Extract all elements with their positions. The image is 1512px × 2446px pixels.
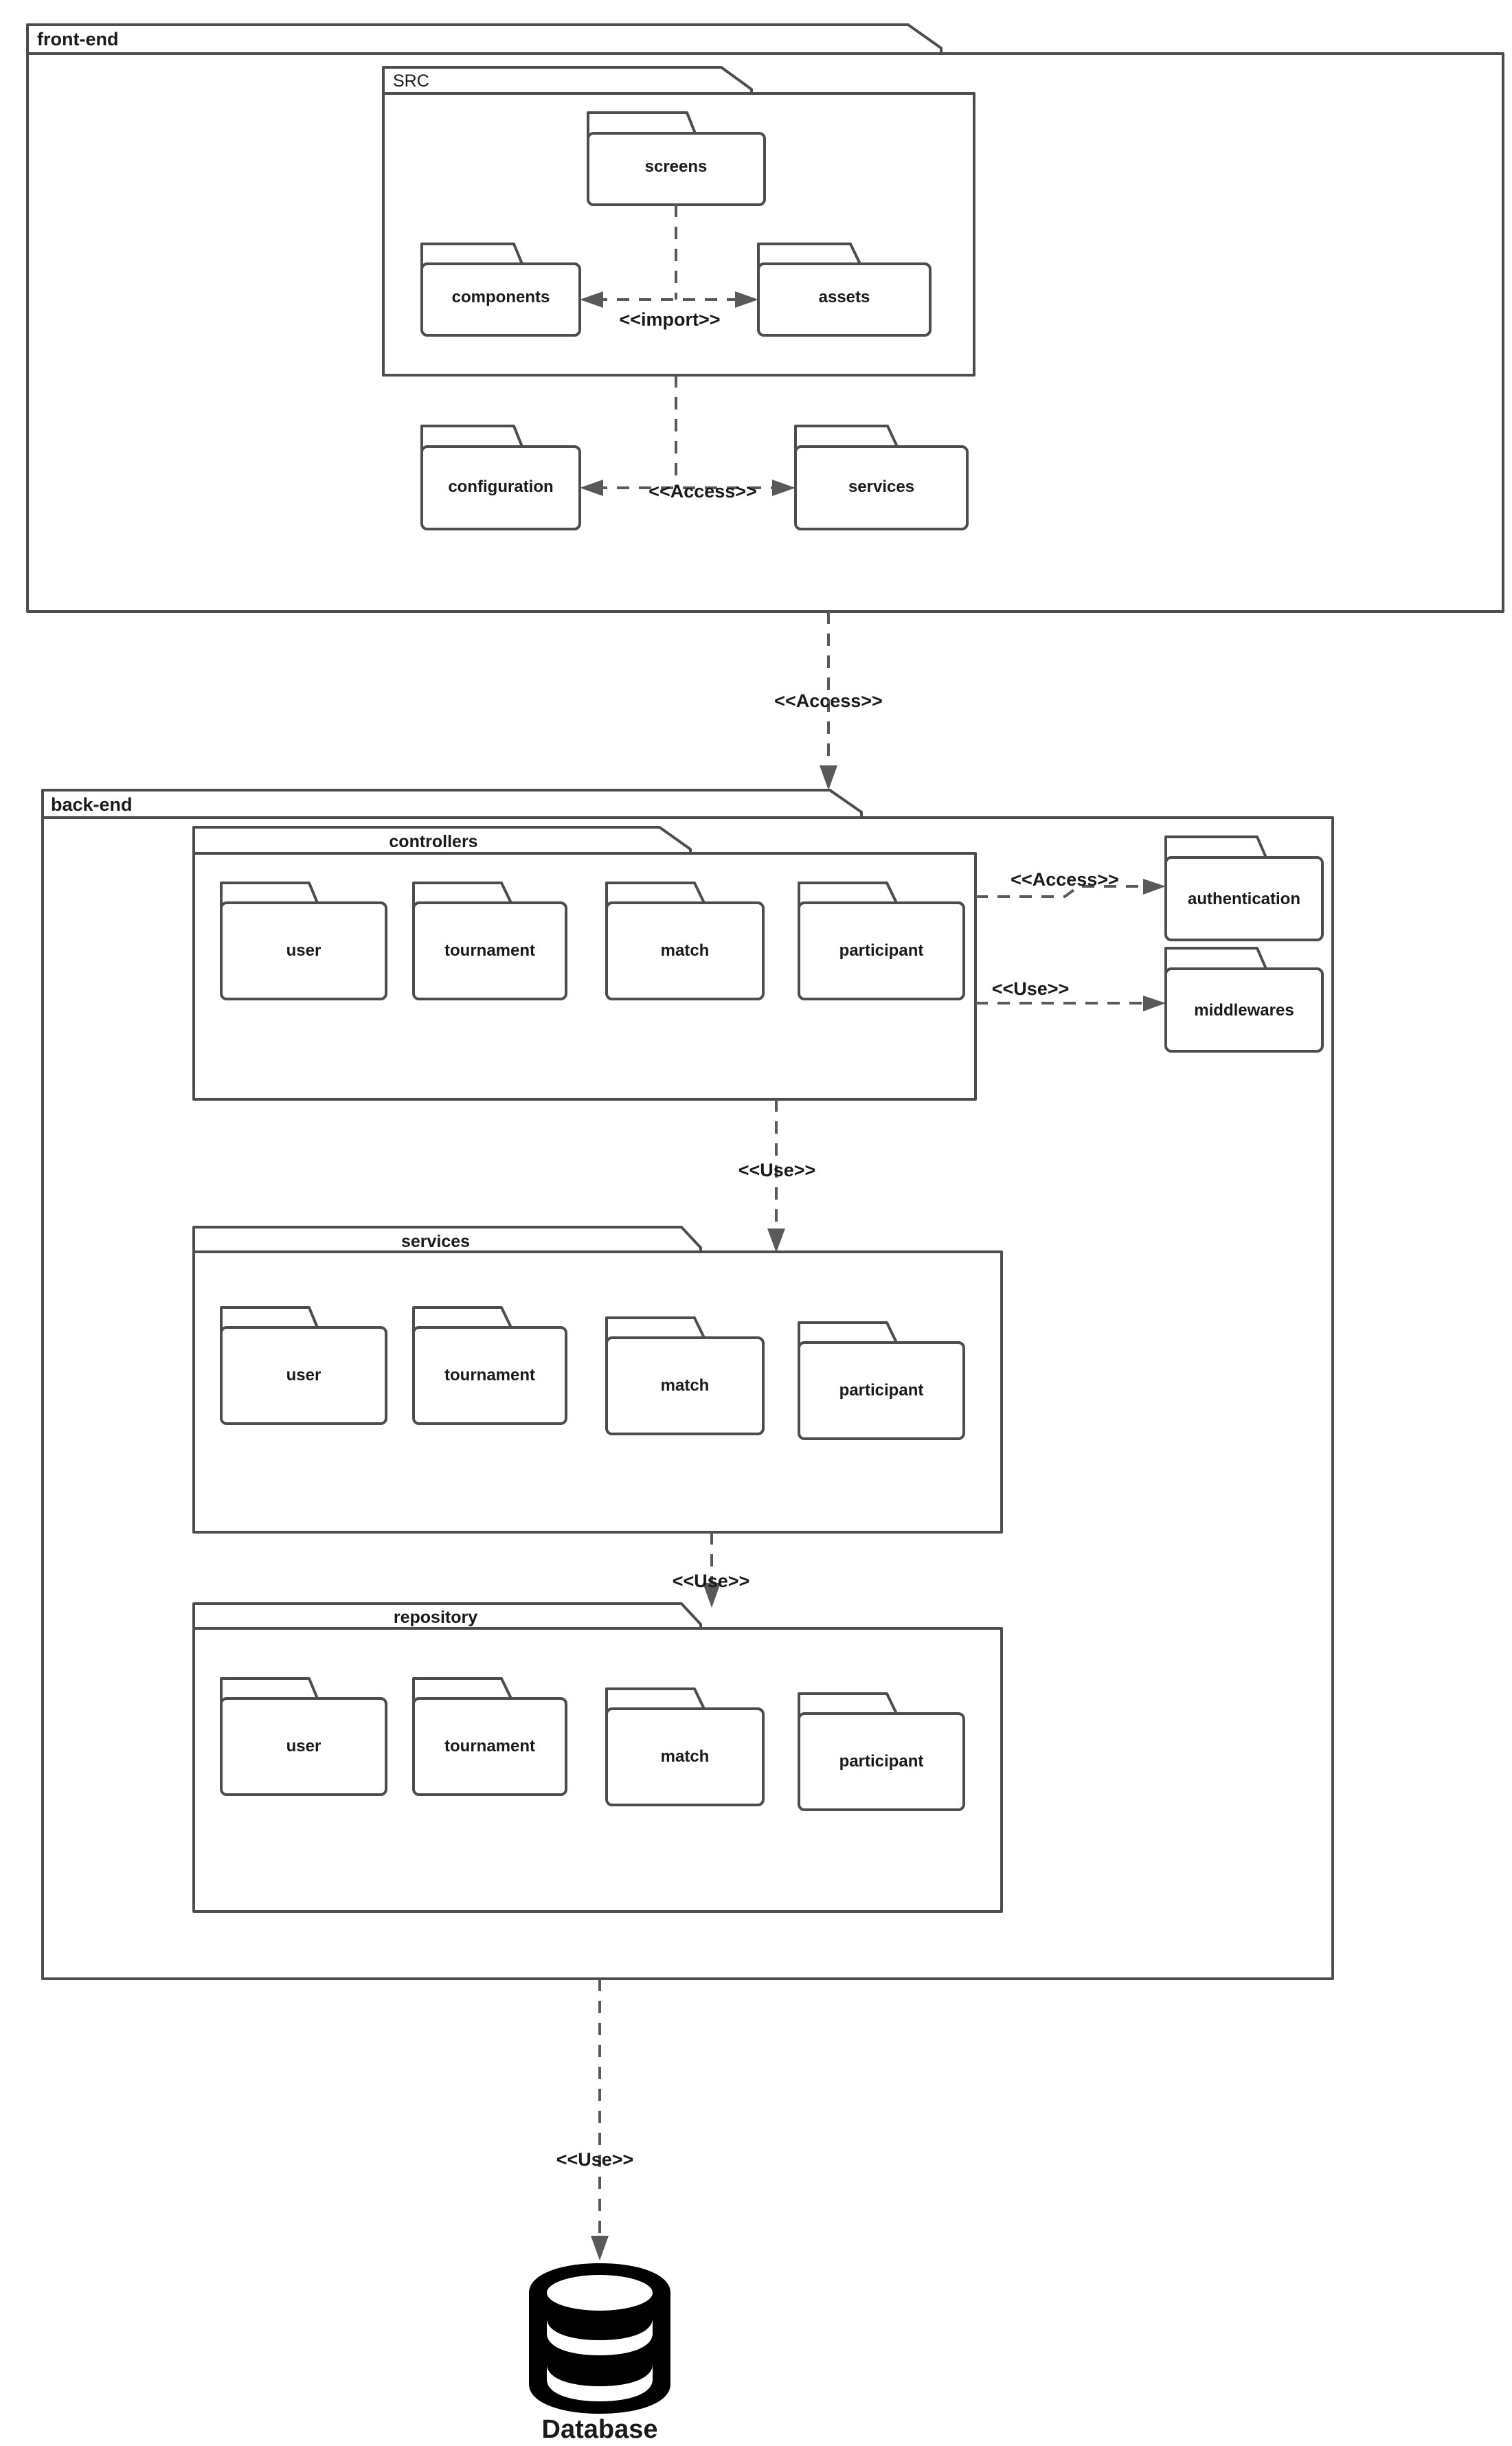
repository-participant-label: participant bbox=[839, 1752, 924, 1771]
frontend-backend-label: <<Access>> bbox=[774, 691, 883, 711]
database-cylinder-icon bbox=[529, 2263, 670, 2414]
controllers-label: controllers bbox=[389, 832, 477, 851]
frontend-services-label: services bbox=[848, 478, 914, 496]
authentication-label: authentication bbox=[1188, 890, 1300, 908]
middlewares-label: middlewares bbox=[1194, 1001, 1294, 1020]
repository-user-label: user bbox=[286, 1737, 321, 1755]
services-user-label: user bbox=[286, 1366, 321, 1384]
screens-label: screens bbox=[645, 157, 708, 176]
services-repository-label: <<Use>> bbox=[673, 1571, 750, 1591]
frontend-access-label: <<Access>> bbox=[648, 481, 757, 502]
src-tab bbox=[382, 66, 753, 95]
controllers-middlewares-label: <<Use>> bbox=[992, 978, 1070, 999]
controllers-authentication-label: <<Access>> bbox=[1011, 869, 1119, 890]
front-end-tab bbox=[26, 23, 943, 55]
controllers-participant-label: participant bbox=[839, 941, 924, 960]
import-label: <<import>> bbox=[619, 309, 720, 330]
repository-match-label: match bbox=[661, 1747, 710, 1766]
controllers-tournament-label: tournament bbox=[444, 941, 535, 960]
controllers-match-label: match bbox=[661, 941, 710, 960]
controllers-user-label: user bbox=[286, 941, 321, 960]
src-label: SRC bbox=[393, 71, 429, 91]
database-node[interactable]: Database bbox=[529, 2263, 670, 2444]
controllers-services-label: <<Use>> bbox=[738, 1160, 816, 1180]
repository-label: repository bbox=[394, 1608, 477, 1627]
repository-tournament-label: tournament bbox=[444, 1737, 535, 1755]
database-label: Database bbox=[542, 2415, 658, 2444]
backend-database-label: <<Use>> bbox=[556, 2149, 634, 2170]
back-end-tab bbox=[41, 789, 863, 819]
front-end-label: front-end bbox=[37, 29, 118, 49]
assets-label: assets bbox=[819, 288, 870, 306]
components-label: components bbox=[452, 288, 550, 306]
backend-services-label: services bbox=[401, 1232, 470, 1251]
services-match-label: match bbox=[661, 1376, 710, 1395]
diagram-canvas: front-end SRC screens components assets … bbox=[0, 0, 1512, 2446]
back-end-label: back-end bbox=[51, 794, 133, 815]
services-tournament-label: tournament bbox=[444, 1366, 535, 1384]
services-participant-label: participant bbox=[839, 1381, 924, 1400]
configuration-label: configuration bbox=[448, 478, 553, 496]
